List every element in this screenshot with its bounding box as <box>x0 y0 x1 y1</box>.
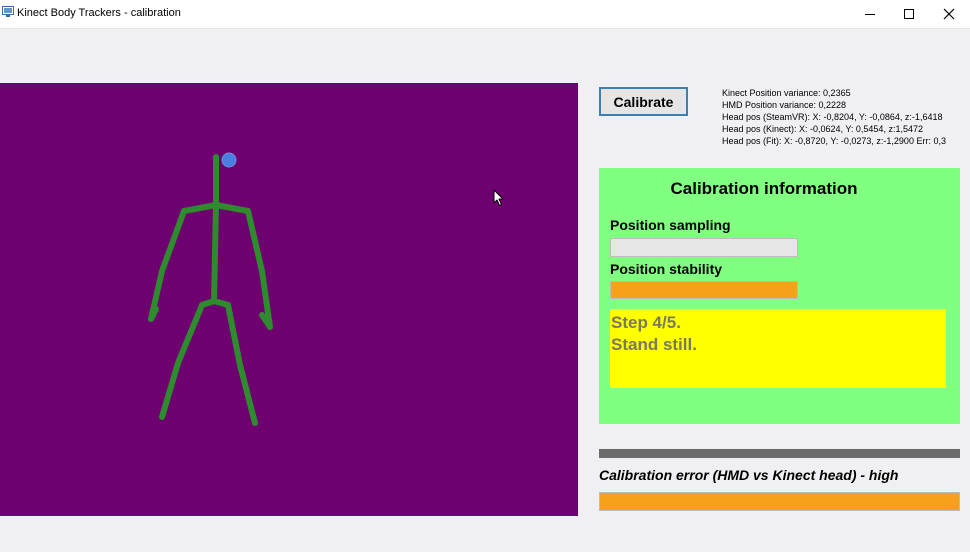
step-number: Step 4/5. <box>611 313 681 332</box>
skeleton-canvas <box>148 152 273 426</box>
position-sampling-label: Position sampling <box>610 217 731 233</box>
position-sampling-progress <box>610 238 798 257</box>
kinect-position-variance: Kinect Position variance: 0,2365 <box>722 88 851 98</box>
minimize-icon <box>865 14 875 15</box>
head-pos-kinect: Head pos (Kinect): X: -0,0624, Y: 0,5454… <box>722 124 923 134</box>
step-instruction: Stand still. <box>611 335 697 354</box>
close-button[interactable] <box>926 0 970 28</box>
position-stability-progress <box>610 281 798 299</box>
mouse-cursor-icon <box>493 189 504 206</box>
calibration-info-title: Calibration information <box>670 179 858 198</box>
maximize-icon <box>904 9 914 19</box>
head-pos-steamvr: Head pos (SteamVR): X: -0,8204, Y: -0,08… <box>722 112 943 122</box>
calibration-error-label: Calibration error (HMD vs Kinect head) -… <box>599 467 899 483</box>
calibration-error-fill <box>600 493 959 510</box>
skeleton-figure <box>148 154 273 426</box>
calibration-error-bar <box>599 492 960 511</box>
calibrate-button[interactable]: Calibrate <box>599 87 688 116</box>
step-instructions-box: Step 4/5. Stand still. <box>610 309 946 388</box>
title-bar: Kinect Body Trackers - calibration <box>0 0 970 29</box>
head-pos-fit: Head pos (Fit): X: -0,8720, Y: -0,0273, … <box>722 136 946 146</box>
skeleton-viewport <box>0 83 578 516</box>
window-title: Kinect Body Trackers - calibration <box>17 7 181 19</box>
app-icon <box>2 6 14 17</box>
position-stability-label: Position stability <box>610 261 723 277</box>
head-marker-icon <box>221 152 237 168</box>
close-icon <box>943 8 955 20</box>
calibration-info-panel: Calibration information Position samplin… <box>599 168 960 424</box>
calibration-stats: Kinect Position variance: 0,2365 HMD Pos… <box>722 87 960 147</box>
position-stability-fill <box>611 282 797 298</box>
divider-bar <box>599 449 960 458</box>
step-text: Step 4/5. Stand still. <box>611 312 697 356</box>
hmd-position-variance: HMD Position variance: 0,2228 <box>722 100 847 110</box>
